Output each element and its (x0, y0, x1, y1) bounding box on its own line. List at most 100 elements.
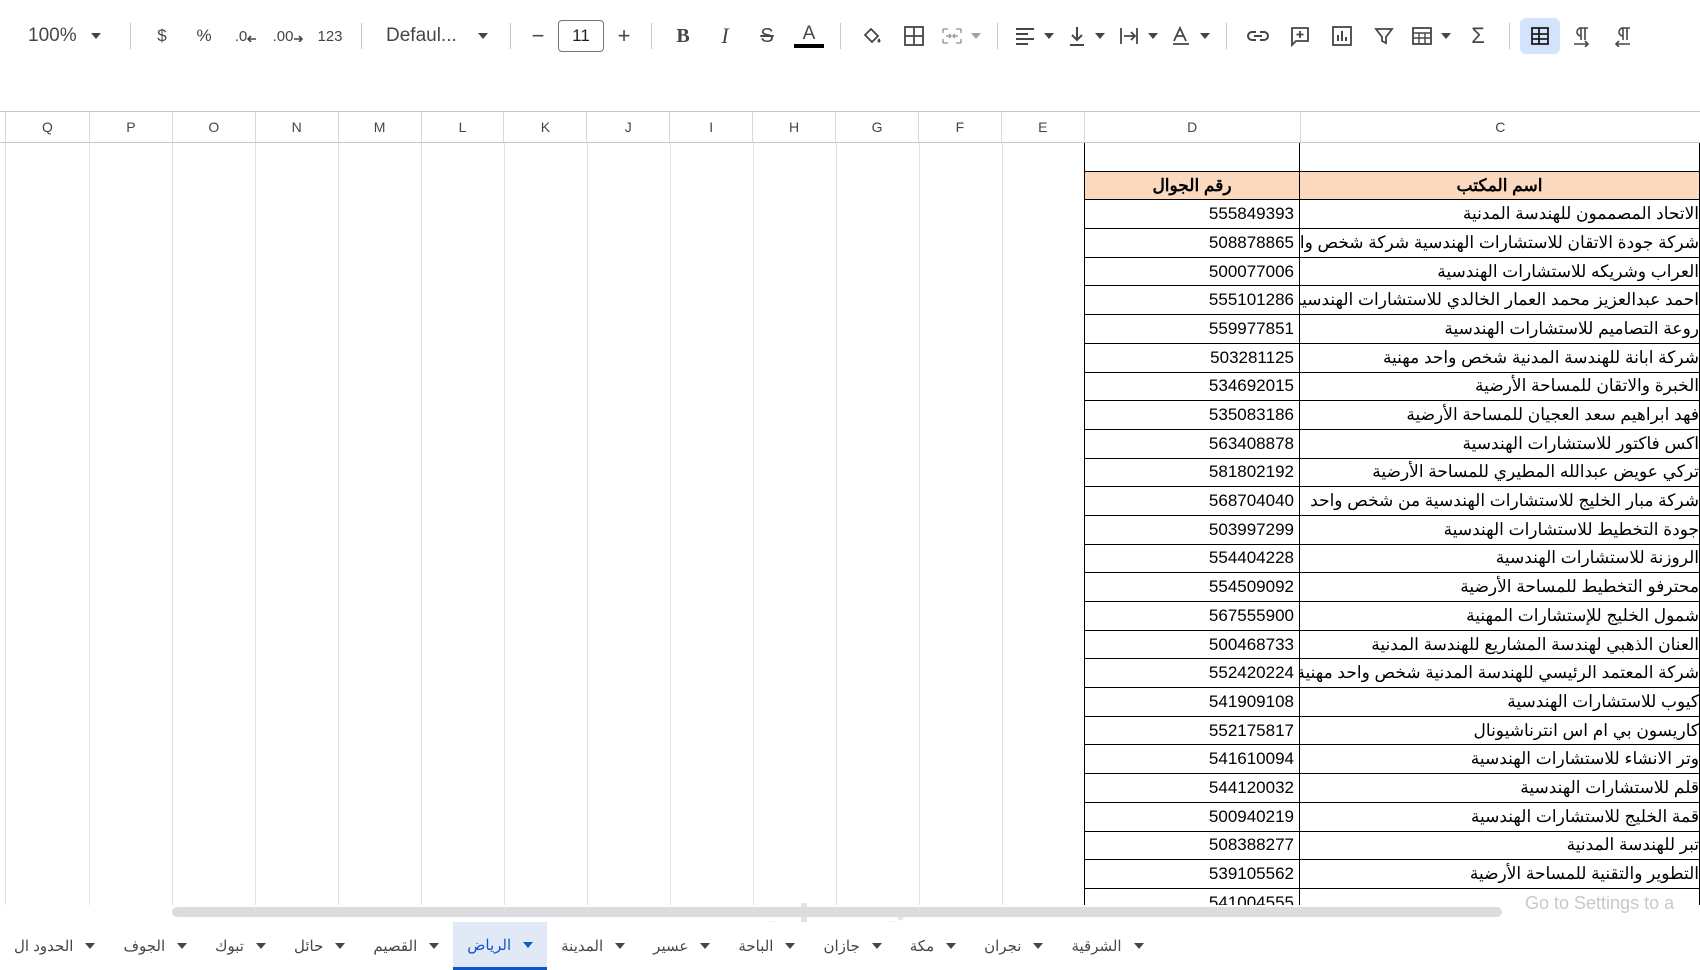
office-cell[interactable]: شركة مبار الخليج للاستشارات الهندسية من … (1300, 487, 1700, 516)
increase-decimal-button[interactable]: .00 (267, 18, 309, 54)
ltr-direction-button[interactable] (1560, 18, 1602, 54)
column-header-n[interactable]: N (256, 112, 339, 142)
column-header-j[interactable]: J (587, 112, 671, 142)
chevron-down-icon[interactable] (177, 943, 188, 949)
chevron-down-icon[interactable] (1133, 943, 1144, 949)
phone-cell[interactable]: 541909108 (1084, 688, 1300, 717)
freeze-toggle-button[interactable] (1520, 18, 1560, 54)
header-office-name[interactable]: اسم المكتب (1300, 171, 1700, 201)
office-cell[interactable]: وتر الانشاء للاستشارات الهندسية (1300, 745, 1700, 775)
phone-cell[interactable]: 581802192 (1084, 458, 1300, 488)
column-header-h[interactable]: H (753, 112, 837, 142)
sheet-tab[interactable]: القصيم (359, 922, 453, 970)
text-color-button[interactable]: A (788, 18, 830, 54)
filter-views-button[interactable] (1405, 18, 1457, 54)
chevron-down-icon[interactable] (335, 943, 346, 949)
chevron-down-icon[interactable] (946, 943, 957, 949)
office-cell[interactable]: قمة الخليج للاستشارات الهندسية (1300, 802, 1700, 832)
sheet-tab[interactable]: المدينة (547, 922, 639, 970)
phone-cell[interactable]: 503281125 (1084, 343, 1300, 373)
chevron-down-icon[interactable] (615, 943, 626, 949)
functions-button[interactable]: Σ (1457, 18, 1499, 54)
office-cell[interactable]: شركة ابانة للهندسة المدنية شخص واحد مهني… (1300, 343, 1700, 373)
office-cell[interactable]: شمول الخليج للإستشارات المهنية (1300, 602, 1700, 631)
office-cell[interactable]: روعة التصاميم للاستشارات الهندسية (1300, 315, 1700, 344)
insert-link-button[interactable] (1237, 18, 1279, 54)
phone-cell[interactable]: 555849393 (1084, 200, 1300, 230)
chevron-down-icon[interactable] (871, 943, 882, 949)
decrease-font-size-button[interactable]: − (521, 18, 555, 54)
sheet-tab[interactable]: نجران (970, 922, 1057, 970)
office-cell[interactable]: قلم للاستشارات الهندسية (1300, 774, 1700, 803)
phone-cell[interactable]: 563408878 (1084, 429, 1300, 459)
chevron-down-icon[interactable] (523, 941, 534, 948)
sheet-tab[interactable]: الحدود ال (0, 922, 109, 970)
phone-cell[interactable]: 541004555 (1084, 888, 1300, 905)
office-cell[interactable]: جودة التخطيط للاستشارات الهندسية (1300, 515, 1700, 545)
column-header-o[interactable]: O (173, 112, 256, 142)
chevron-down-icon[interactable] (785, 943, 796, 949)
office-cell[interactable]: كاريسون بي ام اس انترناشيونال (1300, 716, 1700, 746)
increase-font-size-button[interactable]: + (607, 18, 641, 54)
phone-cell[interactable]: 554404228 (1084, 544, 1300, 574)
merge-cells-button[interactable] (935, 18, 987, 54)
table-cell[interactable] (1084, 143, 1300, 172)
column-header-q[interactable]: Q (6, 112, 90, 142)
column-header-p[interactable]: P (90, 112, 173, 142)
sheet-tab[interactable]: جازان (809, 922, 895, 970)
office-cell[interactable]: اكس فاكتور للاستشارات الهندسية (1300, 429, 1700, 459)
insert-chart-button[interactable] (1321, 18, 1363, 54)
header-phone[interactable]: رقم الجوال (1084, 171, 1300, 201)
office-cell[interactable]: الروزنة للاستشارات الهندسية (1300, 544, 1700, 574)
bold-button[interactable]: B (662, 18, 704, 54)
currency-format-button[interactable]: $ (141, 18, 183, 54)
phone-cell[interactable]: 555101286 (1084, 286, 1300, 316)
column-header-l[interactable]: L (422, 112, 505, 142)
office-cell[interactable]: كيوب للاستشارات الهندسية (1300, 688, 1700, 717)
office-cell[interactable]: تبر للهندسة المدنية (1300, 831, 1700, 861)
strikethrough-button[interactable]: S (746, 18, 788, 54)
decrease-decimal-button[interactable]: .0 (225, 18, 267, 54)
office-cell[interactable]: محترفو التخطيط للمساحة الأرضية (1300, 573, 1700, 602)
column-header-i[interactable]: I (670, 112, 754, 142)
phone-cell[interactable]: 541610094 (1084, 745, 1300, 775)
phone-cell[interactable]: 552175817 (1084, 716, 1300, 746)
chevron-down-icon[interactable] (429, 943, 440, 949)
more-formats-button[interactable]: 123 (309, 18, 351, 54)
office-cell[interactable]: العراب وشريكه للاستشارات الهندسية (1300, 257, 1700, 287)
italic-button[interactable]: I (704, 18, 746, 54)
borders-button[interactable] (893, 18, 935, 54)
column-header-c[interactable]: C (1301, 112, 1700, 142)
chevron-down-icon[interactable] (256, 943, 266, 949)
phone-cell[interactable]: 559977851 (1084, 315, 1300, 344)
office-cell[interactable]: الخبرة والاتقان للمساحة الأرضية (1300, 372, 1700, 402)
column-header-f[interactable]: F (919, 112, 1002, 142)
phone-cell[interactable]: 534692015 (1084, 372, 1300, 402)
phone-cell[interactable]: 539105562 (1084, 860, 1300, 889)
insert-comment-button[interactable] (1279, 18, 1321, 54)
column-header-e[interactable]: E (1002, 112, 1085, 142)
sheet-grid[interactable]: رقم الجوال اسم المكتب 555849393 الاتحاد ا… (0, 143, 1700, 905)
zoom-select[interactable]: 100% (0, 18, 120, 54)
font-family-select[interactable]: Defaul... (372, 18, 500, 54)
phone-cell[interactable]: 508878865 (1084, 229, 1300, 258)
phone-cell[interactable]: 500468733 (1084, 630, 1300, 660)
chevron-down-icon[interactable] (1033, 943, 1044, 949)
horizontal-scrollbar[interactable] (172, 907, 1502, 917)
sheet-tab[interactable]: الشرقية (1057, 922, 1157, 970)
office-cell[interactable]: فهد ابراهيم سعد العجيان للمساحة الأرضية (1300, 401, 1700, 430)
phone-cell[interactable]: 554509092 (1084, 573, 1300, 602)
sheet-tab[interactable]: حائل (280, 922, 359, 970)
phone-cell[interactable]: 552420224 (1084, 659, 1300, 689)
office-cell[interactable]: العنان الذهبي لهندسة المشاريع للهندسة ال… (1300, 630, 1700, 660)
column-header-d[interactable]: D (1085, 112, 1301, 142)
filter-button[interactable] (1363, 18, 1405, 54)
phone-cell[interactable]: 500077006 (1084, 257, 1300, 287)
sheet-tab[interactable]: تبوك (201, 922, 280, 970)
phone-cell[interactable]: 544120032 (1084, 774, 1300, 803)
fill-color-button[interactable] (851, 18, 893, 54)
sheet-tab[interactable]: الجوف (109, 922, 201, 970)
sheet-tab[interactable]: عسير (639, 922, 724, 970)
column-header-k[interactable]: K (504, 112, 588, 142)
text-wrapping-button[interactable] (1112, 18, 1164, 54)
